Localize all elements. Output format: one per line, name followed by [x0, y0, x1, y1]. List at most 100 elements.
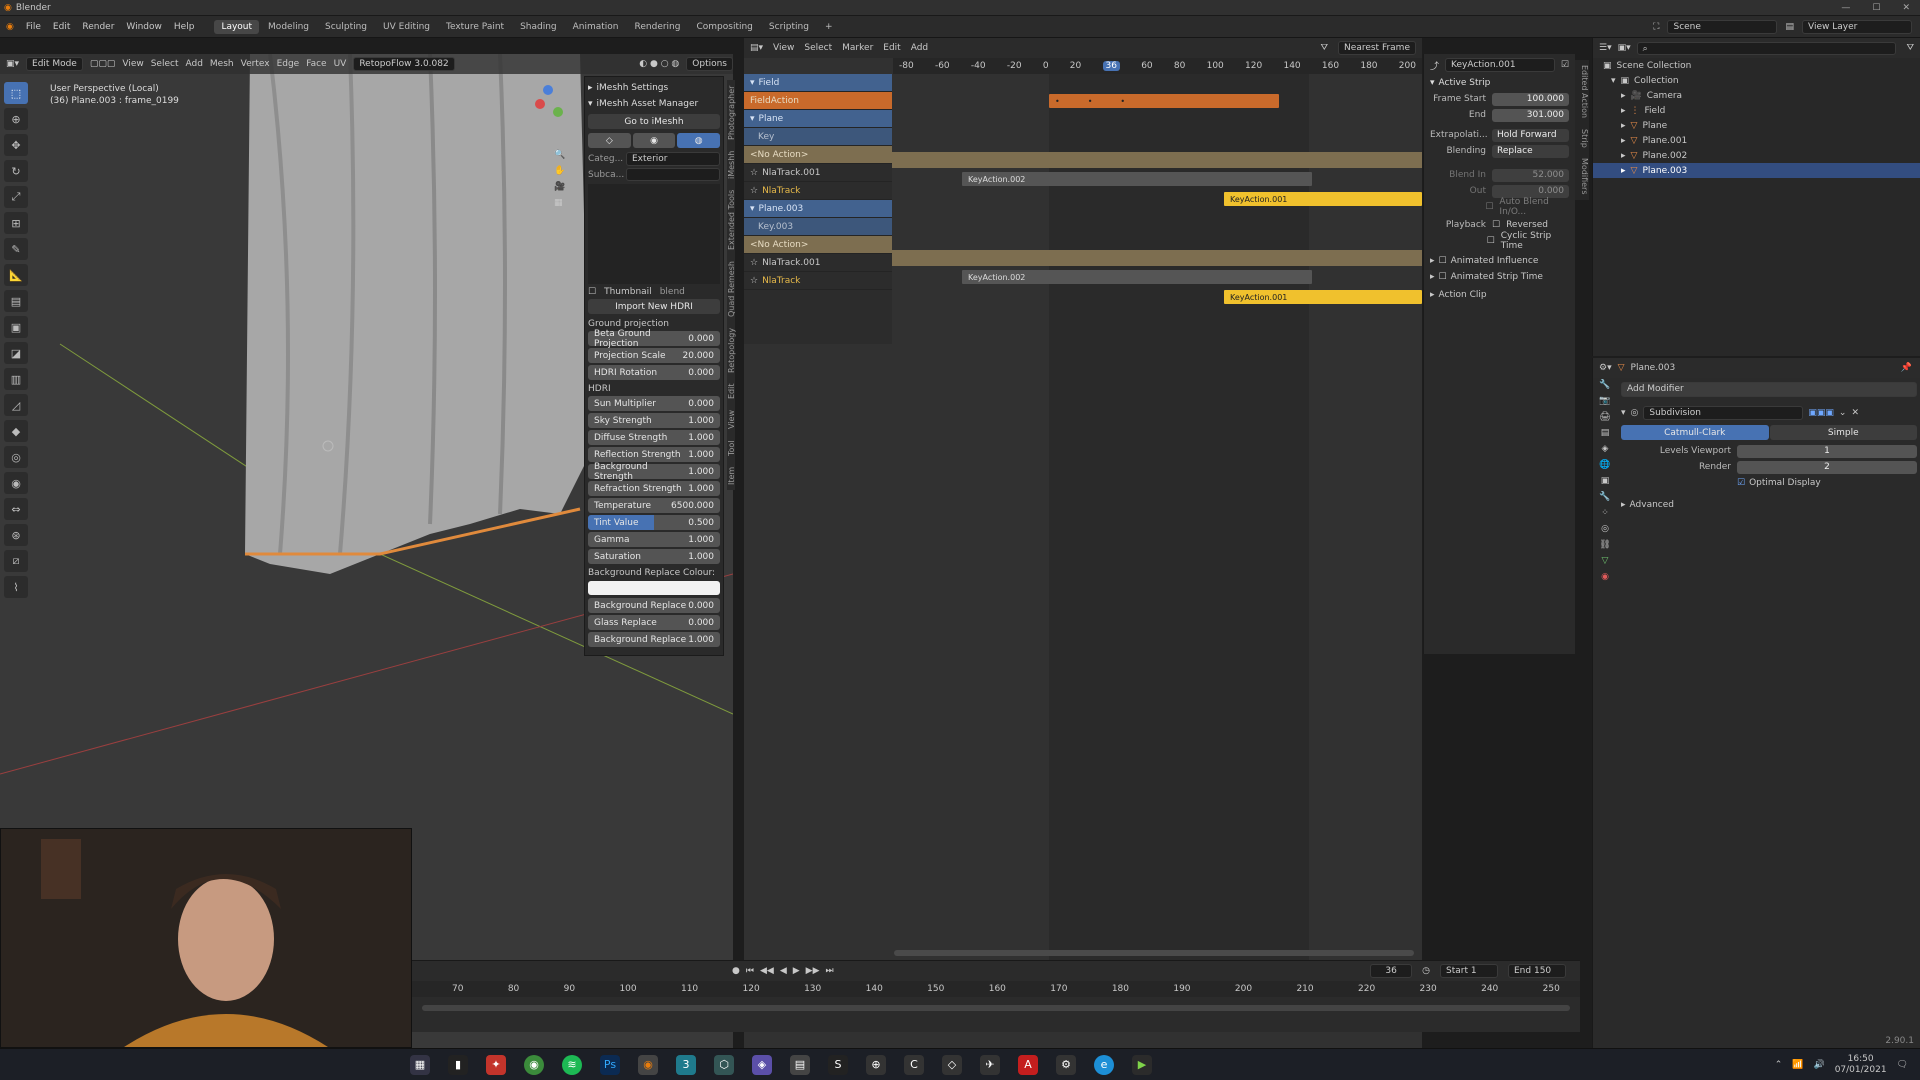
- materials-type-icon[interactable]: ◉: [632, 133, 676, 148]
- scene-tab-icon[interactable]: ◈: [1602, 444, 1609, 454]
- modifier-menu-icon[interactable]: ⌄: [1839, 408, 1847, 418]
- extrude-tool-icon[interactable]: ▤: [4, 290, 28, 312]
- import-hdri-button[interactable]: Import New HDRI: [588, 299, 720, 314]
- saturation-field[interactable]: Saturation 1.000: [588, 549, 720, 564]
- animated-influence-header[interactable]: ▸ ☐ Animated Influence: [1430, 256, 1569, 266]
- render-tab-icon[interactable]: 📷: [1599, 396, 1610, 406]
- bg-replace-colour-swatch[interactable]: [588, 581, 720, 595]
- animated-strip-time-header[interactable]: ▸ ☐ Animated Strip Time: [1430, 272, 1569, 282]
- vp-menu-view[interactable]: View: [122, 59, 143, 69]
- outliner-plane-001[interactable]: ▸ ▽ Plane.001: [1593, 133, 1920, 148]
- view-layer-field[interactable]: View Layer: [1802, 19, 1912, 34]
- outliner-editor-icon[interactable]: ☰▾: [1599, 43, 1612, 53]
- sidebar-tab-photographer[interactable]: Photographer: [727, 85, 736, 139]
- edge-icon[interactable]: e: [1094, 1054, 1114, 1075]
- strip-keyaction-001-b[interactable]: KeyAction.001: [1224, 290, 1422, 304]
- background-replace-2-field[interactable]: Background Replace 1.000: [588, 632, 720, 647]
- add-workspace-icon[interactable]: +: [818, 20, 840, 34]
- track-nlatrack-001-b[interactable]: ☆ NlaTrack.001: [744, 254, 892, 272]
- timeline-ruler[interactable]: 70 80 90 100 110 120 130 140 150 160 170…: [412, 981, 1580, 997]
- outliner-field[interactable]: ▸ ⋮ Field: [1593, 103, 1920, 118]
- close-icon[interactable]: ✕: [1902, 3, 1910, 13]
- subcategory-select[interactable]: [626, 168, 720, 181]
- app-icon-6[interactable]: ▤: [790, 1054, 810, 1075]
- nla-frame-ruler[interactable]: -80 -60 -40 -20 0 20 36 60 80 100 120 14…: [893, 58, 1422, 74]
- jump-end-icon[interactable]: ⏭: [826, 966, 834, 976]
- outliner-plane-002[interactable]: ▸ ▽ Plane.002: [1593, 148, 1920, 163]
- track-plane[interactable]: ▾ Plane: [744, 110, 892, 128]
- menu-window[interactable]: Window: [126, 22, 162, 32]
- nla-hscrollbar[interactable]: [894, 950, 1414, 956]
- filter-icon[interactable]: ⛛: [1320, 43, 1328, 53]
- data-tab-icon[interactable]: ▽: [1602, 556, 1609, 566]
- frame-start-field[interactable]: 100.000: [1492, 92, 1569, 106]
- transform-tool-icon[interactable]: ⊞: [4, 212, 28, 234]
- track-no-action[interactable]: <No Action>: [744, 146, 892, 164]
- background-strength-field[interactable]: Background Strength 1.000: [588, 462, 720, 482]
- modifier-visibility-icons[interactable]: ▣▣▣: [1808, 408, 1834, 418]
- vp-menu-edge[interactable]: Edge: [277, 59, 300, 69]
- world-tab-icon[interactable]: 🌐: [1599, 460, 1610, 470]
- scene-field[interactable]: Scene: [1667, 19, 1778, 34]
- vp-menu-face[interactable]: Face: [306, 59, 326, 69]
- view-layer-tab-icon[interactable]: ▤: [1601, 428, 1610, 438]
- auto-blend-checkbox[interactable]: ☐: [1485, 202, 1493, 212]
- app-icon-7[interactable]: ⊕: [866, 1054, 886, 1075]
- sky-strength-field[interactable]: Sky Strength 1.000: [588, 413, 720, 428]
- advanced-section[interactable]: ▸ Advanced: [1621, 500, 1917, 510]
- imeshh-settings-header[interactable]: ▸ iMeshh Settings: [588, 80, 720, 96]
- models-type-icon[interactable]: ◇: [588, 133, 631, 148]
- active-strip-header[interactable]: ▾ Active Strip: [1430, 78, 1569, 88]
- track-key[interactable]: Key: [744, 128, 892, 146]
- spin-tool-icon[interactable]: ◎: [4, 446, 28, 468]
- menu-edit[interactable]: Edit: [53, 22, 70, 32]
- outliner-scene-collection[interactable]: ▣ Scene Collection: [1593, 58, 1920, 73]
- tab-modeling[interactable]: Modeling: [261, 20, 316, 34]
- track-nlatrack[interactable]: ☆ NlaTrack: [744, 182, 892, 200]
- pan-icon[interactable]: ✋: [554, 166, 565, 176]
- physics-tab-icon[interactable]: ◎: [1601, 524, 1609, 534]
- scale-tool-icon[interactable]: ⤢: [4, 186, 28, 208]
- sidebar-tab-extended-tools[interactable]: Extended Tools: [727, 190, 736, 250]
- action-clip-header[interactable]: ▸ Action Clip: [1430, 290, 1569, 300]
- vp-menu-uv[interactable]: UV: [334, 59, 347, 69]
- vp-menu-select[interactable]: Select: [151, 59, 179, 69]
- constraints-tab-icon[interactable]: ⛓: [1599, 540, 1610, 550]
- sidebar-tab-retopology[interactable]: Retopology: [727, 328, 736, 373]
- tab-layout[interactable]: Layout: [214, 19, 260, 34]
- catmull-clark-button[interactable]: Catmull-Clark: [1621, 425, 1769, 440]
- start-frame-field[interactable]: Start 1: [1440, 964, 1498, 978]
- tab-texture-paint[interactable]: Texture Paint: [439, 20, 511, 34]
- app-icon-11[interactable]: ▶: [1132, 1054, 1152, 1075]
- tint-value-slider[interactable]: Tint Value 0.500: [588, 515, 720, 530]
- hdri-type-icon[interactable]: ◍: [677, 133, 721, 148]
- reversed-checkbox[interactable]: ☐: [1492, 220, 1500, 230]
- particles-tab-icon[interactable]: ⁘: [1601, 508, 1609, 518]
- outliner-search-input[interactable]: ⌕: [1636, 41, 1897, 55]
- app-icon-9[interactable]: ✈: [980, 1054, 1000, 1075]
- prev-keyframe-icon[interactable]: ◀◀: [760, 966, 774, 976]
- extrapolation-select[interactable]: Hold Forward: [1492, 128, 1569, 142]
- properties-editor-icon[interactable]: ⚙▾: [1599, 363, 1612, 373]
- edge-slide-tool-icon[interactable]: ⇔: [4, 498, 28, 520]
- outliner-camera[interactable]: ▸ 🎥 Camera: [1593, 88, 1920, 103]
- loop-cut-tool-icon[interactable]: ▥: [4, 368, 28, 390]
- rip-tool-icon[interactable]: ⌇: [4, 576, 28, 598]
- display-mode-icon[interactable]: ▣▾: [1618, 43, 1631, 53]
- blend-in-field[interactable]: 52.000: [1492, 168, 1569, 182]
- levels-viewport-field[interactable]: 1: [1737, 444, 1917, 458]
- app-icon-2[interactable]: ✦: [486, 1054, 506, 1075]
- field-action-strip[interactable]: • • •: [1049, 94, 1279, 108]
- shading-icons[interactable]: ◐ ● ○ ◍: [639, 59, 679, 69]
- next-keyframe-icon[interactable]: ▶▶: [806, 966, 820, 976]
- tab-compositing[interactable]: Compositing: [689, 20, 759, 34]
- current-frame-field[interactable]: 36: [1370, 964, 1413, 978]
- track-no-action-2[interactable]: <No Action>: [744, 236, 892, 254]
- app-icon-10[interactable]: ⚙: [1056, 1054, 1076, 1075]
- editor-type-icon[interactable]: ▣▾: [6, 59, 19, 69]
- timeline-editor[interactable]: ● ⏮ ◀◀ ◀ ▶ ▶▶ ⏭ 36 ◷ Start 1 End 150 70 …: [412, 960, 1580, 1032]
- system-clock[interactable]: 16:50 07/01/2021: [1835, 1054, 1887, 1076]
- blending-select[interactable]: Replace: [1492, 144, 1569, 158]
- tab-shading[interactable]: Shading: [513, 20, 564, 34]
- taskview-icon[interactable]: ▦: [410, 1054, 430, 1075]
